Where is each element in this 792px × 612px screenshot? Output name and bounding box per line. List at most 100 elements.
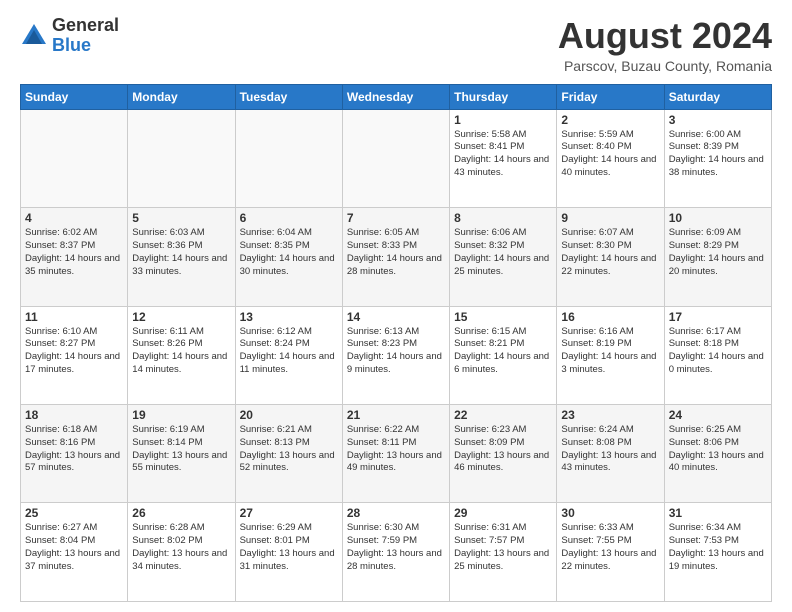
- day-number: 9: [561, 211, 659, 225]
- calendar-cell: 24 Sunrise: 6:25 AM Sunset: 8:06 PM Dayli…: [664, 405, 771, 503]
- calendar-week-4: 18Sunrise: 6:18 AM Sunset: 8:16 PM Dayli…: [21, 405, 772, 503]
- day-number: 3: [669, 113, 767, 127]
- day-number: 27: [240, 506, 338, 520]
- calendar-cell: 21 Sunrise: 6:22 AM Sunset: 8:11 PM Dayli…: [342, 405, 449, 503]
- day-header-wednesday: Wednesday: [342, 84, 449, 109]
- cell-info: Sunrise: 6:03 AM Sunset: 8:36 PM Dayligh…: [132, 227, 230, 278]
- calendar-cell: 9 Sunrise: 6:07 AM Sunset: 8:30 PM Daylig…: [557, 208, 664, 306]
- calendar-cell: [235, 109, 342, 207]
- calendar-cell: 3 Sunrise: 6:00 AM Sunset: 8:39 PM Daylig…: [664, 109, 771, 207]
- cell-info: Sunrise: 6:15 AM Sunset: 8:21 PM Dayligh…: [454, 326, 552, 377]
- calendar-cell: 14 Sunrise: 6:13 AM Sunset: 8:23 PM Dayli…: [342, 306, 449, 404]
- calendar-week-5: 25 Sunrise: 6:27 AM Sunset: 8:04 PM Dayli…: [21, 503, 772, 602]
- logo-general: General: [52, 15, 119, 35]
- page: General Blue August 2024 Parscov, Buzau …: [0, 0, 792, 612]
- calendar-cell: 16 Sunrise: 6:16 AM Sunset: 8:19 PM Dayli…: [557, 306, 664, 404]
- location: Parscov, Buzau County, Romania: [558, 58, 772, 74]
- calendar-cell: 17 Sunrise: 6:17 AM Sunset: 8:18 PM Dayli…: [664, 306, 771, 404]
- cell-info: Sunrise: 6:21 AM Sunset: 8:13 PM Dayligh…: [240, 424, 338, 475]
- calendar-cell: 7Sunrise: 6:05 AM Sunset: 8:33 PM Daylig…: [342, 208, 449, 306]
- day-header-thursday: Thursday: [450, 84, 557, 109]
- calendar-cell: 13Sunrise: 6:12 AM Sunset: 8:24 PM Dayli…: [235, 306, 342, 404]
- day-number: 1: [454, 113, 552, 127]
- calendar-header-row: SundayMondayTuesdayWednesdayThursdayFrid…: [21, 84, 772, 109]
- cell-info: Sunrise: 6:13 AM Sunset: 8:23 PM Dayligh…: [347, 326, 445, 377]
- month-year: August 2024: [558, 16, 772, 56]
- cell-info: Sunrise: 6:16 AM Sunset: 8:19 PM Dayligh…: [561, 326, 659, 377]
- title-block: August 2024 Parscov, Buzau County, Roman…: [558, 16, 772, 74]
- cell-info: Sunrise: 6:04 AM Sunset: 8:35 PM Dayligh…: [240, 227, 338, 278]
- day-number: 15: [454, 310, 552, 324]
- day-header-monday: Monday: [128, 84, 235, 109]
- calendar-cell: 6 Sunrise: 6:04 AM Sunset: 8:35 PM Daylig…: [235, 208, 342, 306]
- calendar-week-2: 4Sunrise: 6:02 AM Sunset: 8:37 PM Daylig…: [21, 208, 772, 306]
- calendar-table: SundayMondayTuesdayWednesdayThursdayFrid…: [20, 84, 772, 602]
- calendar-cell: 29Sunrise: 6:31 AM Sunset: 7:57 PM Dayli…: [450, 503, 557, 602]
- cell-info: Sunrise: 6:33 AM Sunset: 7:55 PM Dayligh…: [561, 522, 659, 573]
- day-number: 12: [132, 310, 230, 324]
- cell-info: Sunrise: 6:09 AM Sunset: 8:29 PM Dayligh…: [669, 227, 767, 278]
- day-number: 16: [561, 310, 659, 324]
- cell-info: Sunrise: 6:27 AM Sunset: 8:04 PM Dayligh…: [25, 522, 123, 573]
- cell-info: Sunrise: 6:31 AM Sunset: 7:57 PM Dayligh…: [454, 522, 552, 573]
- calendar-cell: 15 Sunrise: 6:15 AM Sunset: 8:21 PM Dayli…: [450, 306, 557, 404]
- day-number: 30: [561, 506, 659, 520]
- cell-info: Sunrise: 6:29 AM Sunset: 8:01 PM Dayligh…: [240, 522, 338, 573]
- calendar-cell: 30 Sunrise: 6:33 AM Sunset: 7:55 PM Dayli…: [557, 503, 664, 602]
- day-number: 14: [347, 310, 445, 324]
- cell-info: Sunrise: 6:22 AM Sunset: 8:11 PM Dayligh…: [347, 424, 445, 475]
- cell-info: Sunrise: 6:00 AM Sunset: 8:39 PM Dayligh…: [669, 129, 767, 180]
- day-number: 31: [669, 506, 767, 520]
- cell-info: Sunrise: 6:23 AM Sunset: 8:09 PM Dayligh…: [454, 424, 552, 475]
- cell-info: Sunrise: 6:28 AM Sunset: 8:02 PM Dayligh…: [132, 522, 230, 573]
- day-number: 17: [669, 310, 767, 324]
- day-number: 24: [669, 408, 767, 422]
- calendar-cell: 18Sunrise: 6:18 AM Sunset: 8:16 PM Dayli…: [21, 405, 128, 503]
- cell-info: Sunrise: 6:30 AM Sunset: 7:59 PM Dayligh…: [347, 522, 445, 573]
- day-number: 22: [454, 408, 552, 422]
- cell-info: Sunrise: 6:07 AM Sunset: 8:30 PM Dayligh…: [561, 227, 659, 278]
- day-header-saturday: Saturday: [664, 84, 771, 109]
- cell-info: Sunrise: 6:05 AM Sunset: 8:33 PM Dayligh…: [347, 227, 445, 278]
- calendar-cell: 26 Sunrise: 6:28 AM Sunset: 8:02 PM Dayli…: [128, 503, 235, 602]
- calendar-cell: 20Sunrise: 6:21 AM Sunset: 8:13 PM Dayli…: [235, 405, 342, 503]
- calendar-cell: [21, 109, 128, 207]
- logo-blue: Blue: [52, 35, 91, 55]
- cell-info: Sunrise: 6:25 AM Sunset: 8:06 PM Dayligh…: [669, 424, 767, 475]
- day-header-sunday: Sunday: [21, 84, 128, 109]
- header: General Blue August 2024 Parscov, Buzau …: [20, 16, 772, 74]
- calendar-week-3: 11 Sunrise: 6:10 AM Sunset: 8:27 PM Dayli…: [21, 306, 772, 404]
- cell-info: Sunrise: 6:18 AM Sunset: 8:16 PM Dayligh…: [25, 424, 123, 475]
- calendar-cell: 27 Sunrise: 6:29 AM Sunset: 8:01 PM Dayli…: [235, 503, 342, 602]
- cell-info: Sunrise: 6:11 AM Sunset: 8:26 PM Dayligh…: [132, 326, 230, 377]
- calendar-cell: 23Sunrise: 6:24 AM Sunset: 8:08 PM Dayli…: [557, 405, 664, 503]
- day-number: 8: [454, 211, 552, 225]
- calendar-cell: 11 Sunrise: 6:10 AM Sunset: 8:27 PM Dayli…: [21, 306, 128, 404]
- cell-info: Sunrise: 5:59 AM Sunset: 8:40 PM Dayligh…: [561, 129, 659, 180]
- logo: General Blue: [20, 16, 119, 56]
- day-header-tuesday: Tuesday: [235, 84, 342, 109]
- calendar-cell: 2Sunrise: 5:59 AM Sunset: 8:40 PM Daylig…: [557, 109, 664, 207]
- day-number: 13: [240, 310, 338, 324]
- cell-info: Sunrise: 6:19 AM Sunset: 8:14 PM Dayligh…: [132, 424, 230, 475]
- cell-info: Sunrise: 6:02 AM Sunset: 8:37 PM Dayligh…: [25, 227, 123, 278]
- cell-info: Sunrise: 6:10 AM Sunset: 8:27 PM Dayligh…: [25, 326, 123, 377]
- day-number: 25: [25, 506, 123, 520]
- calendar-cell: 25 Sunrise: 6:27 AM Sunset: 8:04 PM Dayli…: [21, 503, 128, 602]
- day-header-friday: Friday: [557, 84, 664, 109]
- day-number: 19: [132, 408, 230, 422]
- calendar-week-1: 1Sunrise: 5:58 AM Sunset: 8:41 PM Daylig…: [21, 109, 772, 207]
- day-number: 21: [347, 408, 445, 422]
- calendar-cell: 8Sunrise: 6:06 AM Sunset: 8:32 PM Daylig…: [450, 208, 557, 306]
- calendar-cell: [342, 109, 449, 207]
- calendar-cell: 10Sunrise: 6:09 AM Sunset: 8:29 PM Dayli…: [664, 208, 771, 306]
- day-number: 11: [25, 310, 123, 324]
- calendar-cell: 22 Sunrise: 6:23 AM Sunset: 8:09 PM Dayli…: [450, 405, 557, 503]
- day-number: 26: [132, 506, 230, 520]
- calendar-cell: 4Sunrise: 6:02 AM Sunset: 8:37 PM Daylig…: [21, 208, 128, 306]
- cell-info: Sunrise: 6:17 AM Sunset: 8:18 PM Dayligh…: [669, 326, 767, 377]
- day-number: 6: [240, 211, 338, 225]
- calendar-cell: 5Sunrise: 6:03 AM Sunset: 8:36 PM Daylig…: [128, 208, 235, 306]
- logo-icon: [20, 22, 48, 50]
- day-number: 23: [561, 408, 659, 422]
